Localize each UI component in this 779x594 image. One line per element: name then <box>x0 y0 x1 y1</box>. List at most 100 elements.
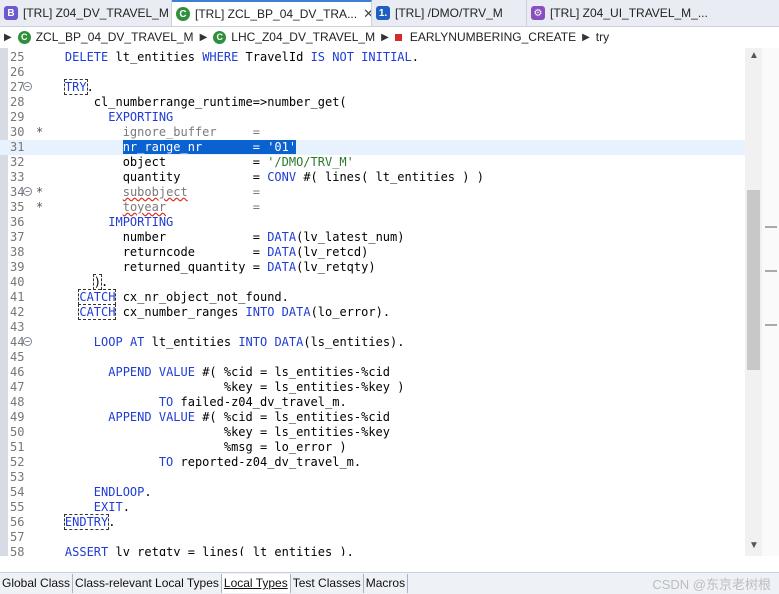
code-line[interactable]: 33 quantity = CONV #( lines( lt_entities… <box>0 170 745 185</box>
fold-toggle-icon[interactable]: − <box>23 187 32 196</box>
line-number: 53 <box>10 470 25 484</box>
code-line[interactable]: 45 <box>0 350 745 365</box>
behavior-definition-icon: B <box>4 6 18 20</box>
tab-test-classes[interactable]: Test Classes <box>291 574 364 593</box>
line-number: 33 <box>10 170 25 184</box>
code-text: TRY. <box>63 79 94 95</box>
code-text: ENDLOOP. <box>93 485 152 499</box>
code-line[interactable]: 32 object = '/DMO/TRV_M' <box>0 155 745 170</box>
tab-local-types[interactable]: Local Types <box>221 574 291 593</box>
code-line[interactable]: 49 APPEND VALUE #( %cid = ls_entities-%c… <box>0 410 745 425</box>
scroll-up-icon[interactable]: ▲ <box>749 50 759 61</box>
code-text: APPEND VALUE #( %cid = ls_entities-%cid <box>108 410 391 424</box>
code-line[interactable]: 30 * ignore_buffer = <box>0 125 745 140</box>
watermark: CSDN @东京老树根 <box>652 577 771 592</box>
tab-label: [TRL] /DMO/TRV_M <box>395 6 503 20</box>
line-number: 26 <box>10 65 25 79</box>
line-number: 51 <box>10 440 25 454</box>
line-number: 28 <box>10 95 25 109</box>
tab-zcl-bp-04-dv-travel[interactable]: C [TRL] ZCL_BP_04_DV_TRA... ✕ <box>172 0 372 26</box>
code-line[interactable]: 56 ENDTRY. <box>0 514 745 530</box>
fold-toggle-icon[interactable]: − <box>23 337 32 346</box>
line-number: 55 <box>10 500 25 514</box>
code-line[interactable]: 55 EXIT. <box>0 500 745 515</box>
code-line[interactable]: 27− TRY. <box>0 79 745 95</box>
fold-toggle-icon[interactable]: − <box>23 82 32 91</box>
code-text: %key = ls_entities-%key ) <box>36 380 405 394</box>
code-text: DELETE lt_entities WHERE TravelId IS NOT… <box>64 50 419 64</box>
scroll-down-icon[interactable]: ▼ <box>749 540 759 551</box>
line-number: 39 <box>10 260 25 274</box>
line-number: 58 <box>10 545 25 556</box>
code-text: TO failed-z04_dv_travel_m. <box>158 395 347 409</box>
code-line[interactable]: 54 ENDLOOP. <box>0 485 745 500</box>
code-line[interactable]: 46 APPEND VALUE #( %cid = ls_entities-%c… <box>0 365 745 380</box>
class-icon: C <box>176 7 190 21</box>
code-text: CATCH cx_number_ranges INTO DATA(lo_erro… <box>78 304 391 320</box>
code-line[interactable]: 28 cl_numberrange_runtime=>number_get( <box>0 95 745 110</box>
tab-z04-dv-travel-m[interactable]: B [TRL] Z04_DV_TRAVEL_M <box>0 0 172 26</box>
code-line[interactable]: 58 ASSERT lv_retqty = lines( lt_entities… <box>0 545 745 556</box>
code-line[interactable]: 48 TO failed-z04_dv_travel_m. <box>0 395 745 410</box>
line-number: 43 <box>10 320 25 334</box>
tab-z04-ui-travel-m[interactable]: ⚙ [TRL] Z04_UI_TRAVEL_M_... <box>527 0 717 26</box>
tab-label: [TRL] Z04_UI_TRAVEL_M_... <box>550 6 708 20</box>
code-line[interactable]: 50 %key = ls_entities-%key <box>0 425 745 440</box>
code-line[interactable]: 57 <box>0 530 745 545</box>
tab-dmo-trv-m[interactable]: 1. [TRL] /DMO/TRV_M <box>372 0 527 26</box>
code-line[interactable]: 51 %msg = lo_error ) <box>0 440 745 455</box>
line-number: 49 <box>10 410 25 424</box>
overview-ruler[interactable] <box>762 48 779 556</box>
code-text: IMPORTING <box>108 215 174 229</box>
code-text: * subobject = <box>36 185 260 199</box>
breadcrumb-method[interactable]: EARLYNUMBERING_CREATE <box>410 30 576 44</box>
code-line[interactable]: 47 %key = ls_entities-%key ) <box>0 380 745 395</box>
code-text: number = DATA(lv_latest_num) <box>36 230 405 244</box>
breadcrumb-block[interactable]: try <box>596 30 609 44</box>
code-line[interactable]: 39 returned_quantity = DATA(lv_retqty) <box>0 260 745 275</box>
tab-macros[interactable]: Macros <box>364 574 409 593</box>
code-line[interactable]: 26 <box>0 65 745 80</box>
code-text: ENDTRY. <box>63 514 116 530</box>
code-line[interactable]: 37 number = DATA(lv_latest_num) <box>0 230 745 245</box>
ruler-marker[interactable] <box>765 270 777 272</box>
scrollbar-thumb[interactable] <box>747 190 760 370</box>
code-line[interactable]: 53 <box>0 470 745 485</box>
code-text: object = '/DMO/TRV_M' <box>36 155 354 169</box>
code-line[interactable]: 29 EXPORTING <box>0 110 745 125</box>
tab-label: [TRL] ZCL_BP_04_DV_TRA... <box>195 7 358 21</box>
code-line[interactable]: 44− LOOP AT lt_entities INTO DATA(ls_ent… <box>0 335 745 350</box>
code-line[interactable]: 31 nr_range_nr = '01' <box>0 140 745 155</box>
tab-global-class[interactable]: Global Class <box>0 574 74 593</box>
code-line[interactable]: 40 ). <box>0 274 745 290</box>
code-editor[interactable]: 25 DELETE lt_entities WHERE TravelId IS … <box>0 48 745 556</box>
code-text: quantity = CONV #( lines( lt_entities ) … <box>36 170 484 184</box>
code-line[interactable]: 42 CATCH cx_number_ranges INTO DATA(lo_e… <box>0 304 745 320</box>
code-line[interactable]: 52 TO reported-z04_dv_travel_m. <box>0 455 745 470</box>
chevron-right-icon: ▶ <box>4 31 12 43</box>
code-line[interactable]: 25 DELETE lt_entities WHERE TravelId IS … <box>0 50 745 65</box>
code-line[interactable]: 43 <box>0 320 745 335</box>
code-text: APPEND VALUE #( %cid = ls_entities-%cid <box>108 365 391 379</box>
tab-class-relevant-local-types[interactable]: Class-relevant Local Types <box>73 574 222 593</box>
code-line[interactable]: 34− * subobject = <box>0 185 745 200</box>
close-icon[interactable]: ✕ <box>363 6 371 22</box>
code-text: cl_numberrange_runtime=>number_get( <box>36 95 347 109</box>
line-number: 48 <box>10 395 25 409</box>
code-line[interactable]: 41 CATCH cx_nr_object_not_found. <box>0 289 745 305</box>
breadcrumb-local-class[interactable]: LHC_Z04_DV_TRAVEL_M <box>231 30 375 44</box>
line-number: 54 <box>10 485 25 499</box>
line-number: 31 <box>10 140 25 154</box>
line-number: 32 <box>10 155 25 169</box>
ruler-marker[interactable] <box>765 324 777 326</box>
vertical-scrollbar[interactable]: ▲ ▼ <box>745 48 762 556</box>
code-line[interactable]: 38 returncode = DATA(lv_retcd) <box>0 245 745 260</box>
ruler-marker[interactable] <box>765 226 777 228</box>
chevron-right-icon: ▶ <box>582 31 590 43</box>
code-text: ASSERT lv_retqty = lines( lt_entities ). <box>64 545 354 556</box>
method-icon <box>394 33 402 41</box>
code-text: %key = ls_entities-%key <box>36 425 391 439</box>
code-line[interactable]: 35 * toyear = <box>0 200 745 215</box>
breadcrumb-class[interactable]: ZCL_BP_04_DV_TRAVEL_M <box>36 30 194 44</box>
code-line[interactable]: 36 IMPORTING <box>0 215 745 230</box>
